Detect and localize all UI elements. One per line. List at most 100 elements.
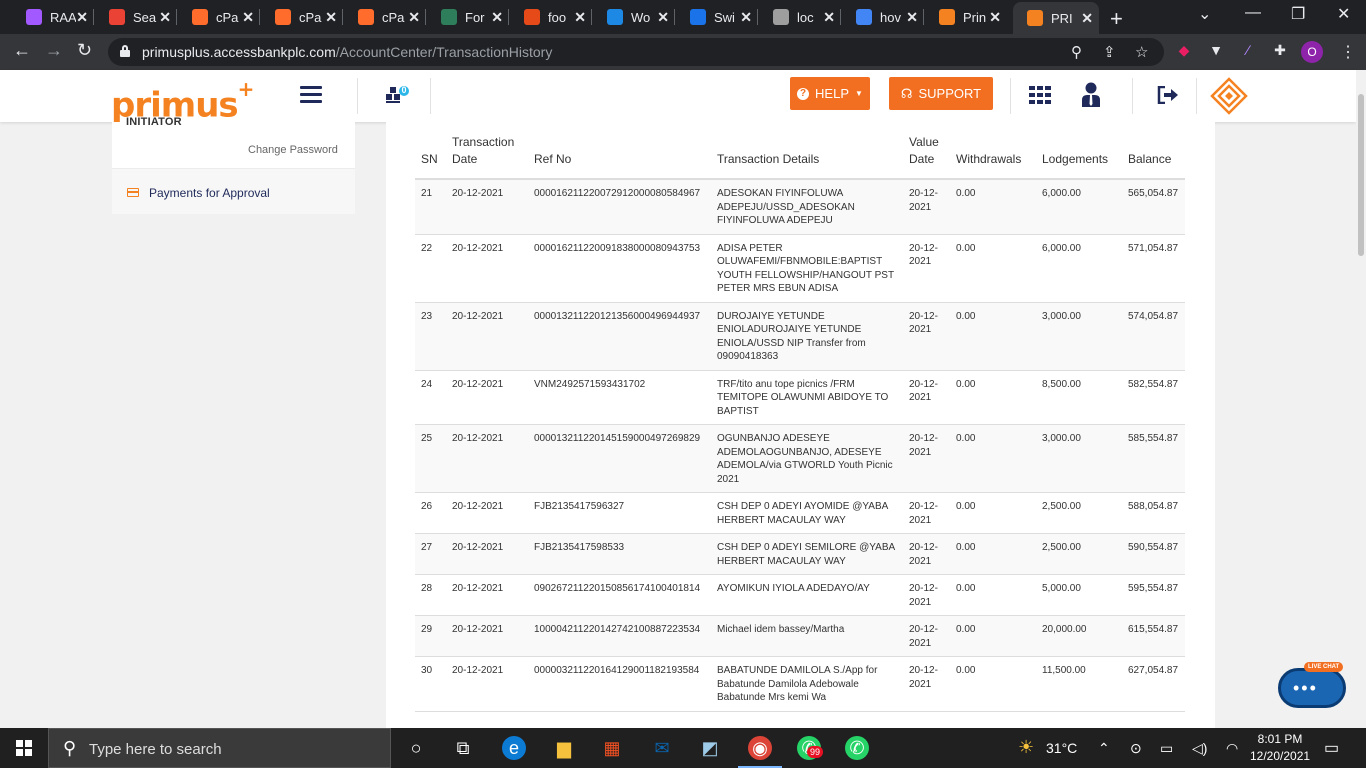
store-icon[interactable]: ▦ [600,736,624,760]
browser-tab[interactable]: Swi ✕ [676,4,758,30]
profile-avatar[interactable]: O [1301,41,1323,63]
volume-icon[interactable]: ◁) [1192,740,1207,757]
browser-tab[interactable]: cPa ✕ [344,4,426,30]
support-button[interactable]: ☊ SUPPORT [889,77,993,110]
lock-icon[interactable] [120,45,130,57]
edge-icon[interactable]: e [502,736,526,760]
table-row[interactable]: 23 20-12-2021 0000132112201213560004969449… [415,302,1185,371]
tab-close-icon[interactable]: ✕ [76,9,88,26]
browser-tab[interactable]: hov ✕ [842,4,924,30]
restore-icon[interactable]: ❐ [1291,4,1305,24]
table-row[interactable]: 30 20-12-2021 0000032112201641290011821935… [415,656,1185,712]
browser-tab[interactable]: For ✕ [427,4,509,30]
tab-close-icon[interactable]: ✕ [408,9,420,26]
tab-close-icon[interactable]: ✕ [657,9,669,26]
wifi-icon[interactable]: ◠ [1226,740,1238,757]
battery-icon[interactable]: ▭ [1160,740,1173,757]
reload-icon[interactable]: ↻ [77,40,92,61]
browser-tab[interactable]: cPa ✕ [178,4,260,30]
tab-separator [674,9,675,25]
app-icon[interactable]: ◩ [698,736,722,760]
access-bank-logo-icon[interactable] [1210,77,1248,115]
user-profile-icon[interactable] [1081,82,1101,108]
accounts-tree-icon[interactable]: 0 [384,84,410,106]
tab-close-icon[interactable]: ✕ [823,9,835,26]
cell-balance: 574,054.87 [1122,302,1185,371]
meet-now-icon[interactable]: ⊙ [1130,740,1142,757]
new-tab-button[interactable]: + [1110,6,1123,32]
share-icon[interactable]: ⇪ [1103,43,1116,61]
browser-tab[interactable]: foo ✕ [510,4,592,30]
whatsapp-icon[interactable]: ✆ [845,736,869,760]
table-row[interactable]: 26 20-12-2021 FJB2135417596327 CSH DEP 0 AD… [415,492,1185,534]
minimize-icon[interactable]: — [1245,4,1261,22]
hamburger-menu-icon[interactable] [300,86,322,104]
payments-for-approval-label[interactable]: Payments for Approval [149,186,270,200]
apps-grid-icon[interactable] [1029,86,1051,104]
browser-tab[interactable]: Prin ✕ [925,4,1007,30]
page-scrollbar-thumb[interactable] [1358,94,1364,256]
menu-kebab-icon[interactable]: ⋮ [1340,42,1356,62]
tab-close-icon[interactable]: ✕ [989,9,1001,26]
cell-withdrawals: 0.00 [950,234,1036,303]
tray-chevron-icon[interactable]: ⌃ [1098,740,1110,757]
close-window-icon[interactable]: ✕ [1337,4,1350,24]
table-row[interactable]: 28 20-12-2021 0902672112201508561741004018… [415,574,1185,616]
notifications-icon[interactable]: ▭ [1324,738,1339,758]
table-row[interactable]: 27 20-12-2021 FJB2135417598533 CSH DEP 0 AD… [415,533,1185,575]
back-icon[interactable]: ← [13,40,31,61]
extension-color-icon[interactable]: ◆ [1175,42,1193,60]
tab-close-icon[interactable]: ✕ [159,9,171,26]
mail-icon[interactable]: ✉ [650,736,674,760]
tab-close-icon[interactable]: ✕ [242,9,254,26]
live-chat-button[interactable]: ••• LIVE CHAT [1276,660,1350,712]
col-header-lodgements[interactable]: Lodgements [1036,132,1122,180]
browser-tab[interactable]: cPa ✕ [261,4,343,30]
browser-tab[interactable]: RAA ✕ [12,4,94,30]
help-button[interactable]: ? HELP ▼ [790,77,870,110]
col-header-value-date[interactable]: Value Date [903,132,950,180]
browser-tab[interactable]: Sea ✕ [95,4,177,30]
clock[interactable]: 8:01 PM 12/20/2021 [1250,731,1310,765]
logout-icon[interactable] [1157,85,1179,105]
tab-search-icon[interactable]: ⌄ [1198,4,1211,24]
extension-pen-icon[interactable]: ∕ [1239,42,1257,60]
cortana-icon[interactable]: ○ [404,736,428,760]
tab-close-icon[interactable]: ✕ [906,9,918,26]
col-header-sn[interactable]: SN [415,132,446,180]
windows-start-icon[interactable] [16,740,32,756]
zoom-icon[interactable]: ⚲ [1071,43,1082,61]
col-header-ref-no[interactable]: Ref No [528,132,711,180]
browser-tab[interactable]: Wo ✕ [593,4,675,30]
col-header-transaction-details[interactable]: Transaction Details [711,132,903,180]
task-view-icon[interactable]: ⧉ [451,736,475,760]
change-password-link[interactable]: Change Password [248,144,338,156]
file-explorer-icon[interactable]: ▆ [552,736,576,760]
table-row[interactable]: 25 20-12-2021 0000132112201451590004972698… [415,424,1185,493]
tab-close-icon[interactable]: ✕ [574,9,586,26]
tab-close-icon[interactable]: ✕ [491,9,503,26]
taskbar-search-box[interactable]: ⚲ Type here to search [48,728,391,768]
extension-v-icon[interactable]: ▼ [1207,42,1225,60]
forward-icon[interactable]: → [45,40,63,61]
col-header-balance[interactable]: Balance [1122,132,1185,180]
tab-close-icon[interactable]: ✕ [325,9,337,26]
table-row[interactable]: 21 20-12-2021 0000162112200729120000805849… [415,179,1185,235]
col-header-transaction-date[interactable]: Transaction Date [446,132,528,180]
bookmark-star-icon[interactable]: ☆ [1135,43,1148,61]
extensions-puzzle-icon[interactable]: ✚ [1271,42,1289,60]
tab-close-icon[interactable]: ✕ [1081,10,1093,27]
chrome-icon[interactable]: ◉ [748,736,772,760]
site-header: primus+ 0 ? HELP ▼ ☊ SUPPORT [0,70,1356,122]
table-row[interactable]: 22 20-12-2021 0000162112200918380000809437… [415,234,1185,303]
tab-close-icon[interactable]: ✕ [740,9,752,26]
tab-title: Prin [963,9,987,25]
weather-temp[interactable]: 31°C [1046,740,1077,756]
address-bar[interactable]: primusplus.accessbankplc.com/AccountCent… [108,38,1164,66]
table-row[interactable]: 24 20-12-2021 VNM2492571593431702 TRF/tito … [415,370,1185,425]
browser-tab[interactable]: loc ✕ [759,4,841,30]
weather-icon[interactable]: ☀ [1018,737,1034,758]
col-header-withdrawals[interactable]: Withdrawals [950,132,1036,180]
browser-tab[interactable]: PRI ✕ [1013,2,1099,34]
table-row[interactable]: 29 20-12-2021 1000042112201427421008872235… [415,615,1185,657]
